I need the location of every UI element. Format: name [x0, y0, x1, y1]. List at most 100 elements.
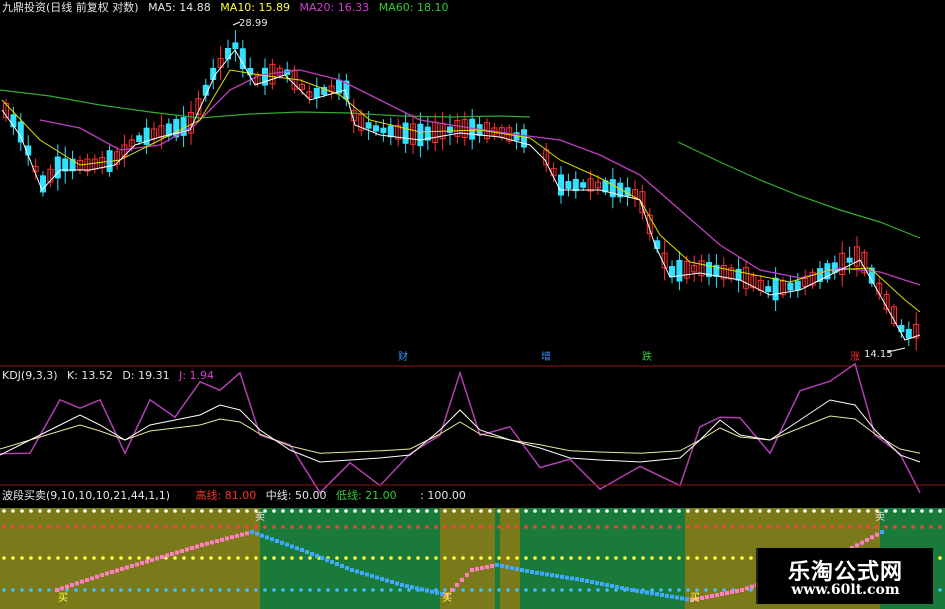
level-dot [164, 588, 168, 592]
price-panel[interactable] [0, 21, 921, 353]
wave-point [625, 587, 629, 591]
level-dot [659, 525, 663, 529]
level-dot [110, 588, 114, 592]
level-dot [137, 556, 141, 560]
level-dot [317, 509, 321, 513]
level-dot [542, 556, 546, 560]
level-dot [326, 525, 330, 529]
level-dot [803, 509, 807, 513]
level-dot [911, 525, 915, 529]
level-dot [659, 556, 663, 560]
candle-body [62, 158, 69, 172]
level-dot [254, 556, 258, 560]
wave-point [855, 543, 859, 548]
wave-point [320, 556, 324, 560]
level-dot [389, 509, 393, 513]
level-dot [2, 525, 6, 529]
level-dot [488, 525, 492, 529]
level-dot [785, 525, 789, 529]
level-dot [911, 509, 915, 513]
event-mark[interactable]: 涨 [850, 351, 860, 365]
level-dot [272, 588, 276, 592]
level-dot [92, 509, 96, 513]
level-dot [137, 525, 141, 529]
kdj-d-line [0, 415, 921, 454]
wave-point [700, 596, 704, 600]
wave-point [660, 593, 664, 597]
level-dot [695, 525, 699, 529]
wave-point [325, 558, 329, 562]
level-dot [659, 509, 663, 513]
level-dot [344, 509, 348, 513]
level-dot [155, 588, 159, 592]
level-dot [677, 525, 681, 529]
level-dot [533, 588, 537, 592]
level-dot [137, 588, 141, 592]
event-mark[interactable]: 增 [541, 351, 551, 365]
wave-point [540, 571, 544, 576]
level-dot [38, 509, 42, 513]
level-dot [227, 525, 231, 529]
level-dot [434, 556, 438, 560]
level-dot [749, 509, 753, 513]
level-dot [596, 509, 600, 513]
level-dot [506, 525, 510, 529]
wave-point [60, 586, 64, 591]
level-dot [443, 556, 447, 560]
level-dot [65, 525, 69, 529]
kdj-panel[interactable] [0, 362, 921, 494]
level-dot [128, 509, 132, 513]
level-dot [389, 556, 393, 560]
stock-chart[interactable] [0, 0, 945, 609]
level-dot [101, 588, 105, 592]
level-dot [524, 509, 528, 513]
ma5-line [1, 49, 921, 341]
level-dot [74, 509, 78, 513]
level-dot [362, 588, 366, 592]
wave-point [565, 575, 569, 580]
level-dot [317, 525, 321, 529]
level-dot [560, 556, 564, 560]
candle-body [772, 277, 779, 301]
level-dot [551, 525, 555, 529]
level-dot [200, 588, 204, 592]
wave-point [155, 556, 159, 561]
level-dot [452, 525, 456, 529]
level-dot [245, 556, 249, 560]
level-dot [326, 588, 330, 592]
level-dot [191, 509, 195, 513]
level-dot [632, 509, 636, 513]
level-dot [569, 525, 573, 529]
wave-point [545, 572, 549, 577]
level-dot [731, 556, 735, 560]
level-dot [380, 525, 384, 529]
level-dot [902, 525, 906, 529]
level-dot [605, 556, 609, 560]
candle-body [669, 266, 675, 278]
level-dot [749, 588, 753, 592]
level-dot [551, 588, 555, 592]
level-dot [542, 509, 546, 513]
wave-point [220, 537, 224, 542]
wave-point [375, 575, 379, 580]
level-dot [218, 509, 222, 513]
level-dot [2, 556, 6, 560]
level-dot [587, 525, 591, 529]
event-mark[interactable]: 财 [398, 351, 408, 365]
level-dot [209, 525, 213, 529]
price-header: 九鼎投资(日线 前复权 对数) MA5: 14.88 MA10: 15.89 M… [2, 1, 454, 15]
wave-point [555, 574, 559, 578]
level-dot [335, 556, 339, 560]
level-dot [416, 525, 420, 529]
wave-point [510, 566, 514, 570]
level-dot [470, 556, 474, 560]
level-dot [11, 525, 15, 529]
level-dot [452, 556, 456, 560]
wave-point [650, 591, 654, 596]
level-dot [65, 556, 69, 560]
level-dot [110, 509, 114, 513]
wave-point [665, 593, 669, 598]
candle-body [313, 87, 320, 99]
event-mark[interactable]: 跌 [642, 351, 652, 365]
wave-point [260, 533, 264, 538]
